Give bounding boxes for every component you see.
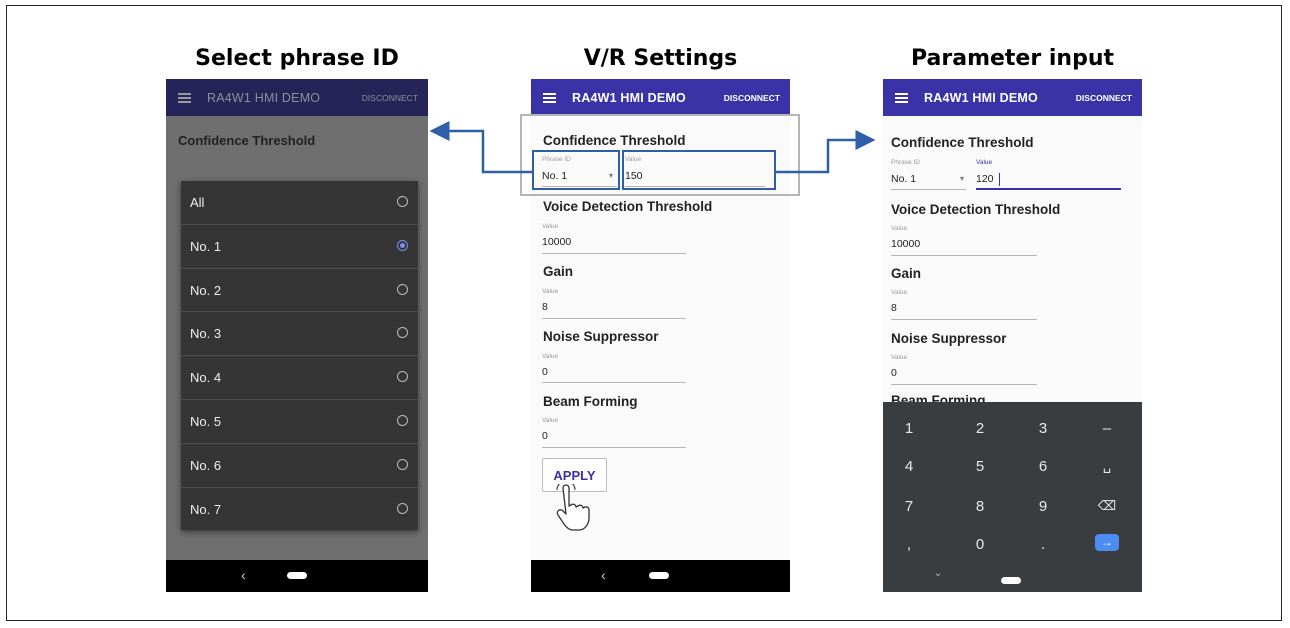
arrow-to-phrase-list xyxy=(429,121,532,174)
connector-arrows xyxy=(429,121,876,174)
arrow-to-parameter-input xyxy=(776,130,876,174)
